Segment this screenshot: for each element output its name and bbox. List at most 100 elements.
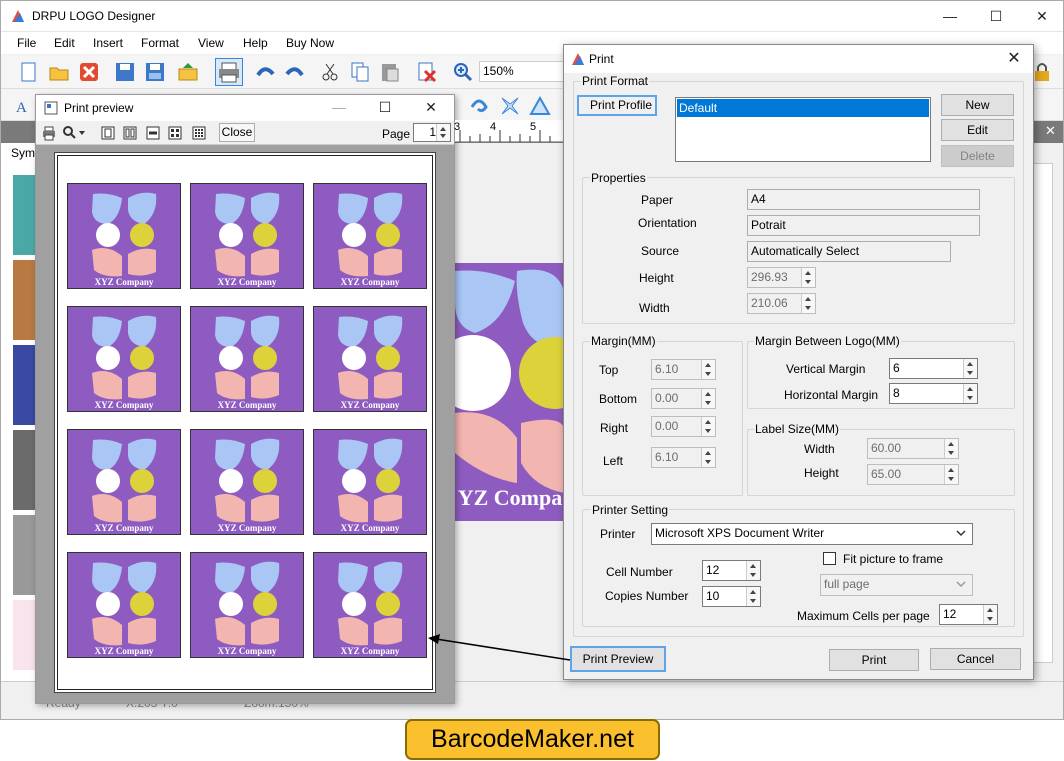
paper-field[interactable]: A4 [747,189,980,210]
open-folder-icon[interactable] [48,61,70,83]
print-profile-radio[interactable]: Print Profile [577,95,658,116]
label-width-value: 60.00 [871,441,902,455]
two-pages-icon[interactable] [123,126,137,140]
logo-tile-art [92,561,157,646]
maximize-button[interactable]: ☐ [973,1,1019,31]
width-field[interactable]: 210.06 [747,293,816,314]
lock-icon[interactable] [1031,61,1053,83]
menu-insert[interactable]: Insert [93,36,123,50]
margin-right-label: Right [600,421,629,435]
margin-left-field[interactable]: 6.10 [651,447,716,468]
delete-icon[interactable] [416,61,438,83]
max-cells-field[interactable]: 12 [939,604,998,625]
page-mode-dropdown-icon[interactable] [956,579,966,589]
save-as-icon[interactable] [144,61,166,83]
four-pages-icon[interactable] [168,126,182,140]
margin-top-spinner[interactable] [701,360,715,379]
cell-number-field[interactable]: 12 [702,560,761,581]
export-icon[interactable] [177,61,199,83]
close-file-icon[interactable] [78,61,100,83]
close-window-button[interactable]: ✕ [1019,1,1064,31]
height-field[interactable]: 296.93 [747,267,816,288]
width-spinner[interactable] [801,294,815,313]
cancel-button[interactable]: Cancel [930,648,1021,670]
save-icon[interactable] [114,61,136,83]
vertical-margin-field[interactable]: 6 [889,358,978,379]
menu-buy-now[interactable]: Buy Now [286,36,334,50]
max-cells-spinner[interactable] [983,605,997,624]
print-button[interactable]: Print [829,649,919,671]
margin-right-spinner[interactable] [701,417,715,436]
menu-edit[interactable]: Edit [54,36,75,50]
print-dialog-close-button[interactable]: ✕ [996,45,1032,71]
menu-help[interactable]: Help [243,36,268,50]
print-preview-window: Print preview — ☐ ✕ Close Page 1 XYZ Com… [35,94,455,704]
preview-close-text-button[interactable]: Close [219,123,255,142]
menu-format[interactable]: Format [141,36,179,50]
preview-close-button[interactable]: ✕ [408,95,454,119]
copies-number-spinner[interactable] [746,587,760,606]
ruler-ticks [459,130,551,142]
menu-view[interactable]: View [198,36,224,50]
redo-icon[interactable] [284,61,306,83]
profile-item-default[interactable]: Default [677,99,929,117]
arc-tool-icon[interactable] [468,95,490,117]
preview-minimize-button[interactable]: — [316,95,362,119]
one-page-icon[interactable] [101,126,115,140]
star-tool-icon[interactable] [499,95,521,117]
preview-zoom-icon[interactable] [62,125,86,141]
zoom-level-field[interactable]: 150% [479,61,565,82]
six-pages-icon[interactable] [192,126,206,140]
delete-profile-button[interactable]: Delete [941,145,1014,167]
orientation-field[interactable]: Potrait [747,215,980,236]
printer-dropdown-icon[interactable] [956,528,966,538]
label-height-spinner[interactable] [944,465,958,484]
print-dialog-titlebar: Print ✕ [564,45,1033,73]
logo-tile-art [215,561,280,646]
close-tab-icon[interactable]: ✕ [1045,123,1056,139]
undo-icon[interactable] [254,61,276,83]
label-height-field[interactable]: 65.00 [867,464,959,485]
page-spinner[interactable] [436,124,450,141]
copy-icon[interactable] [349,61,371,83]
print-preview-button[interactable]: Print Preview [570,646,666,672]
height-spinner[interactable] [801,268,815,287]
new-profile-button[interactable]: New [941,94,1014,116]
print-icon[interactable] [215,58,243,86]
zoom-in-icon[interactable] [452,61,474,83]
paste-icon[interactable] [379,61,401,83]
text-tool-icon[interactable]: A [13,95,35,117]
canvas-logo: YZ Compa [455,263,565,521]
triangle-tool-icon[interactable] [529,95,551,117]
height-value: 296.93 [751,270,788,284]
horizontal-margin-spinner[interactable] [963,384,977,403]
printer-select[interactable]: Microsoft XPS Document Writer [651,523,973,545]
page-number-field[interactable]: 1 [413,123,451,142]
menu-file[interactable]: File [17,36,36,50]
margin-top-field[interactable]: 6.10 [651,359,716,380]
label-width-spinner[interactable] [944,439,958,458]
margin-right-field[interactable]: 0.00 [651,416,716,437]
label-width-field[interactable]: 60.00 [867,438,959,459]
profile-list[interactable]: Default [675,97,931,162]
horizontal-margin-field[interactable]: 8 [889,383,978,404]
fit-picture-checkbox[interactable] [823,552,836,565]
three-pages-icon[interactable] [146,126,160,140]
margin-bottom-spinner[interactable] [701,389,715,408]
cell-number-spinner[interactable] [746,561,760,580]
page-mode-select[interactable]: full page [820,574,973,596]
preview-maximize-button[interactable]: ☐ [362,95,408,119]
margin-bottom-field[interactable]: 0.00 [651,388,716,409]
vertical-margin-spinner[interactable] [963,359,977,378]
copies-number-field[interactable]: 10 [702,586,761,607]
ruler-mark-5: 5 [530,121,537,133]
logo-tile: XYZ Company [190,183,304,289]
cut-icon[interactable] [319,61,341,83]
margin-left-spinner[interactable] [701,448,715,467]
preview-print-icon[interactable] [41,125,57,141]
minimize-button[interactable]: — [927,1,973,31]
logo-tile-caption: XYZ Company [94,646,154,656]
new-file-icon[interactable] [18,61,40,83]
edit-profile-button[interactable]: Edit [941,119,1014,141]
source-field[interactable]: Automatically Select [747,241,951,262]
